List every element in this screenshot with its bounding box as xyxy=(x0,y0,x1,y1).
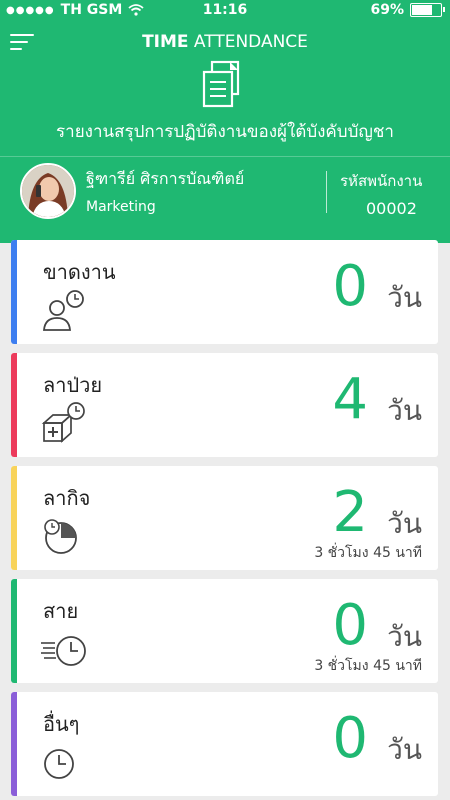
fast-clock-icon xyxy=(41,636,86,666)
card-value: 2 xyxy=(332,480,368,545)
card-label: ขาดงาน xyxy=(43,260,116,284)
card-color-bar xyxy=(11,579,17,683)
card-color-bar xyxy=(11,240,17,344)
app-title: TIME ATTENDANCE xyxy=(0,32,450,52)
card-label: ลาป่วย xyxy=(43,373,103,397)
card-personal-leave[interactable]: ลากิจ 2 วัน 3 ชั่วโมง 45 นาที xyxy=(11,466,438,570)
card-value: 0 xyxy=(332,706,368,771)
person-clock-icon xyxy=(43,290,84,331)
employee-profile: ฐิฑารีย์ ศิรการบัณฑิตย์ Marketing รหัสพน… xyxy=(0,156,450,243)
medical-box-clock-icon xyxy=(41,402,85,443)
card-unit: วัน xyxy=(387,394,422,427)
card-sick-leave[interactable]: ลาป่วย 4 วัน xyxy=(11,353,438,457)
clock-quarter-icon xyxy=(44,519,77,554)
card-unit: วัน xyxy=(387,507,422,540)
card-color-bar xyxy=(11,466,17,570)
status-right: 69% xyxy=(370,2,445,18)
card-value: 0 xyxy=(332,254,368,319)
card-absent[interactable]: ขาดงาน 0 วัน xyxy=(11,240,438,344)
card-value: 0 xyxy=(332,593,368,658)
clock-icon xyxy=(44,749,74,779)
card-other[interactable]: อื่นๆ 0 วัน xyxy=(11,692,438,796)
app-title-bold: TIME xyxy=(142,32,189,52)
card-unit: วัน xyxy=(387,733,422,766)
card-label: สาย xyxy=(43,599,79,623)
battery-percent: 69% xyxy=(370,2,404,18)
card-color-bar xyxy=(11,692,17,796)
card-late[interactable]: สาย 0 วัน 3 ชั่วโมง 45 นาที xyxy=(11,579,438,683)
card-unit: วัน xyxy=(387,620,422,653)
page-subtitle: รายงานสรุปการปฏิบัติงานของผู้ใต้บังคับบั… xyxy=(56,122,394,142)
card-value: 4 xyxy=(332,367,368,432)
document-icon xyxy=(202,60,240,108)
card-subtext: 3 ชั่วโมง 45 นาที xyxy=(314,545,422,561)
employee-department: Marketing xyxy=(86,199,156,215)
app-header: TIME ATTENDANCE รายงานสรุปการปฏิบัติงานข… xyxy=(0,22,450,156)
card-label: ลากิจ xyxy=(43,486,91,510)
card-subtext: 3 ชั่วโมง 45 นาที xyxy=(314,658,422,674)
avatar xyxy=(20,163,76,219)
employee-code: 00002 xyxy=(366,199,417,218)
employee-code-label: รหัสพนักงาน xyxy=(340,172,423,190)
status-bar: ●●●●● TH GSM 11:16 69% xyxy=(0,0,450,22)
employee-name: ฐิฑารีย์ ศิรการบัณฑิตย์ xyxy=(86,169,245,188)
card-label: อื่นๆ xyxy=(43,712,80,736)
battery-icon xyxy=(410,3,445,17)
card-unit: วัน xyxy=(387,281,422,314)
card-color-bar xyxy=(11,353,17,457)
app-title-rest: ATTENDANCE xyxy=(193,32,308,52)
profile-divider xyxy=(326,171,327,213)
